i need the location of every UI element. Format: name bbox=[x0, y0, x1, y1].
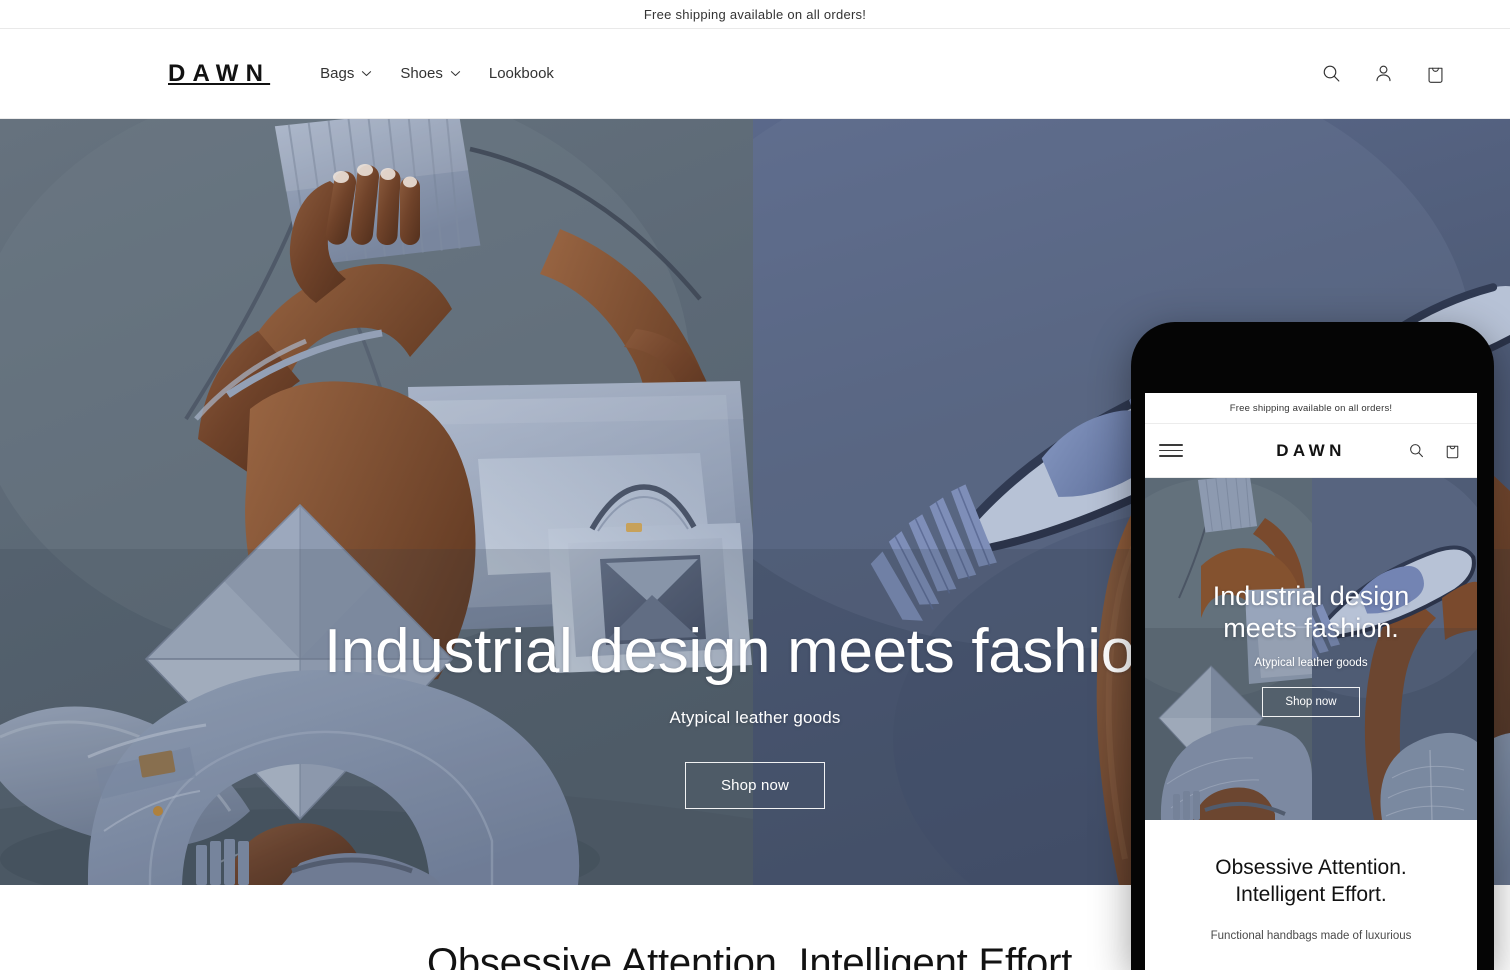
mobile-hero-subtitle: Atypical leather goods bbox=[1254, 657, 1368, 670]
main-navigation: Bags Shoes Lookbook bbox=[306, 57, 568, 90]
site-logo[interactable]: DAWN bbox=[168, 61, 270, 86]
mobile-rich-text-section: Obsessive Attention. Intelligent Effort.… bbox=[1145, 820, 1477, 945]
account-icon[interactable] bbox=[1368, 59, 1398, 89]
mobile-header: DAWN bbox=[1145, 424, 1477, 478]
nav-item-label: Bags bbox=[320, 65, 355, 82]
hero-title: Industrial design meets fashion. bbox=[323, 616, 1186, 686]
mobile-rich-text-heading-line2: Intelligent Effort. bbox=[1235, 883, 1387, 907]
nav-item-label: Shoes bbox=[400, 65, 443, 82]
mobile-announcement-text: Free shipping available on all orders! bbox=[1229, 402, 1393, 414]
rich-text-heading: Obsessive Attention. Intelligent Effort. bbox=[426, 941, 1084, 970]
chevron-down-icon bbox=[450, 68, 461, 79]
announcement-bar: Free shipping available on all orders! bbox=[0, 0, 1510, 29]
hero-subtitle: Atypical leather goods bbox=[669, 708, 841, 727]
mobile-hero-title-line2: meets fashion. bbox=[1223, 612, 1399, 643]
search-icon[interactable] bbox=[1405, 440, 1427, 462]
shop-now-button[interactable]: Shop now bbox=[685, 762, 825, 809]
announcement-text: Free shipping available on all orders! bbox=[643, 6, 867, 22]
mobile-hero-banner: Industrial design meets fashion. Atypica… bbox=[1145, 478, 1477, 820]
chevron-down-icon bbox=[361, 68, 372, 79]
mobile-rich-text-body: Functional handbags made of luxurious bbox=[1210, 929, 1412, 942]
nav-item-label: Lookbook bbox=[488, 65, 554, 82]
mobile-header-actions bbox=[1405, 440, 1463, 462]
header-actions bbox=[1316, 59, 1450, 89]
mobile-shop-now-button[interactable]: Shop now bbox=[1262, 687, 1360, 718]
site-header: DAWN Bags Shoes Lookbook bbox=[0, 29, 1510, 119]
mobile-preview-device: Free shipping available on all orders! D… bbox=[1131, 322, 1494, 970]
mobile-hero-title-line1: Industrial design bbox=[1212, 580, 1410, 611]
mobile-announcement-bar: Free shipping available on all orders! bbox=[1145, 393, 1477, 424]
cart-icon[interactable] bbox=[1420, 59, 1450, 89]
search-icon[interactable] bbox=[1316, 59, 1346, 89]
mobile-hero-content: Industrial design meets fashion. Atypica… bbox=[1145, 478, 1477, 820]
mobile-rich-text-heading-line1: Obsessive Attention. bbox=[1215, 856, 1407, 879]
mobile-preview-screen: Free shipping available on all orders! D… bbox=[1145, 393, 1477, 970]
nav-item-lookbook[interactable]: Lookbook bbox=[475, 57, 568, 90]
hamburger-menu-icon[interactable] bbox=[1159, 439, 1183, 463]
nav-item-shoes[interactable]: Shoes bbox=[386, 57, 475, 90]
nav-item-bags[interactable]: Bags bbox=[306, 57, 386, 90]
cart-icon[interactable] bbox=[1441, 440, 1463, 462]
